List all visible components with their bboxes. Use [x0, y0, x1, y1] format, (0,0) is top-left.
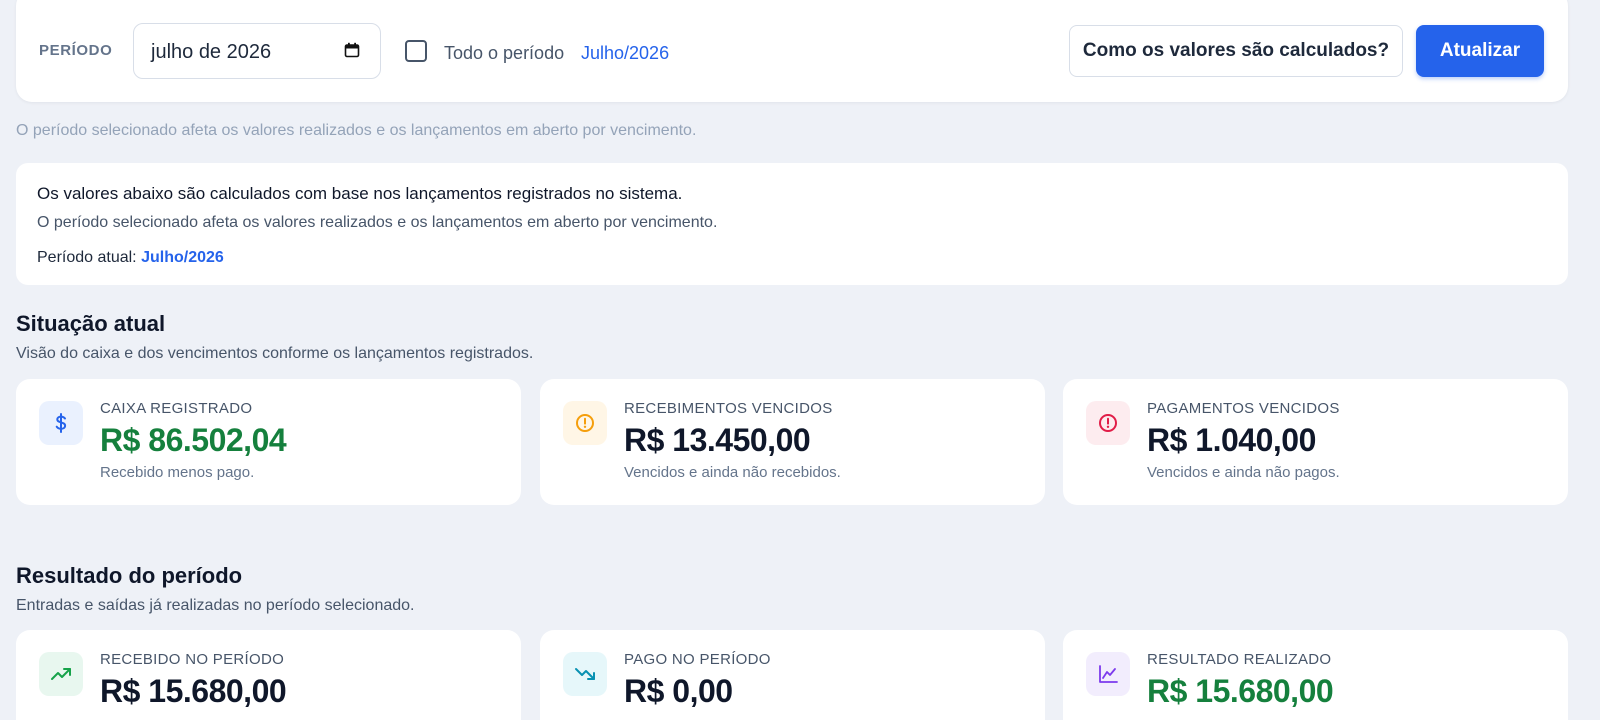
trending-down-icon-box — [563, 652, 607, 696]
trending-up-icon — [51, 668, 71, 680]
current-situation-title: Situação atual — [16, 311, 166, 336]
current-period-line: Período atual: Julho/2026 — [37, 249, 224, 267]
card-label: PAGO NO PERÍODO — [624, 651, 771, 668]
dollar-icon — [55, 413, 67, 433]
trending-up-icon-box — [39, 652, 83, 696]
month-picker-value: julho de 2026 — [151, 41, 272, 63]
card-label: RECEBIDO NO PERÍODO — [100, 651, 285, 668]
alert-circle-icon — [1099, 414, 1117, 432]
card-label: RECEBIMENTOS VENCIDOS — [624, 400, 833, 417]
how-values-calculated-button[interactable]: Como os valores são calculados? — [1069, 25, 1403, 77]
card-value: R$ 13.450,00 — [624, 422, 811, 458]
refresh-button[interactable]: Atualizar — [1416, 25, 1544, 77]
card-description: Vencidos e ainda não pagos. — [1147, 464, 1340, 481]
card-description: Recebido menos pago. — [100, 464, 255, 481]
period-hint-text: O período selecionado afeta os valores r… — [16, 122, 697, 139]
alert-icon-box — [1086, 401, 1130, 445]
all-period-label[interactable]: Todo o período — [444, 43, 564, 64]
alert-circle-icon — [576, 414, 594, 432]
trending-down-icon — [575, 668, 595, 680]
card-value: R$ 1.040,00 — [1147, 422, 1316, 458]
line-chart-icon — [1099, 665, 1118, 683]
card-label: RESULTADO REALIZADO — [1147, 651, 1332, 668]
card-value: R$ 0,00 — [624, 673, 733, 709]
info-text-primary: Os valores abaixo são calculados com bas… — [37, 184, 683, 203]
line-chart-icon-box — [1086, 652, 1130, 696]
calculation-info-card: Os valores abaixo são calculados com bas… — [16, 163, 1568, 285]
card-label: CAIXA REGISTRADO — [100, 400, 253, 417]
card-value: R$ 86.502,04 — [100, 422, 287, 458]
received-in-period-card: RECEBIDO NO PERÍODO R$ 15.680,00 — [16, 630, 521, 720]
current-period-label: Período atual: — [37, 249, 137, 266]
current-situation-subtitle: Visão do caixa e dos vencimentos conform… — [16, 345, 534, 362]
realized-result-card: RESULTADO REALIZADO R$ 15.680,00 — [1063, 630, 1568, 720]
card-value: R$ 15.680,00 — [1147, 673, 1334, 709]
overdue-receivables-card: RECEBIMENTOS VENCIDOS R$ 13.450,00 Venci… — [540, 379, 1045, 505]
selected-period-indicator: Julho/2026 — [581, 43, 670, 63]
current-period-value: Julho/2026 — [141, 249, 224, 266]
card-description: Vencidos e ainda não recebidos. — [624, 464, 841, 481]
calendar-icon[interactable] — [344, 42, 360, 58]
paid-in-period-card: PAGO NO PERÍODO R$ 0,00 — [540, 630, 1045, 720]
info-text-secondary: O período selecionado afeta os valores r… — [37, 214, 718, 231]
all-period-checkbox[interactable] — [405, 40, 427, 62]
period-label: PERÍODO — [39, 42, 113, 59]
card-value: R$ 15.680,00 — [100, 673, 287, 709]
registered-cash-card: CAIXA REGISTRADO R$ 86.502,04 Recebido m… — [16, 379, 521, 505]
month-picker-input[interactable]: julho de 2026 — [133, 23, 381, 79]
period-result-subtitle: Entradas e saídas já realizadas no perío… — [16, 597, 415, 614]
overdue-payments-card: PAGAMENTOS VENCIDOS R$ 1.040,00 Vencidos… — [1063, 379, 1568, 505]
period-result-title: Resultado do período — [16, 563, 243, 588]
card-label: PAGAMENTOS VENCIDOS — [1147, 400, 1340, 417]
dollar-icon-box — [39, 401, 83, 445]
alert-icon-box — [563, 401, 607, 445]
